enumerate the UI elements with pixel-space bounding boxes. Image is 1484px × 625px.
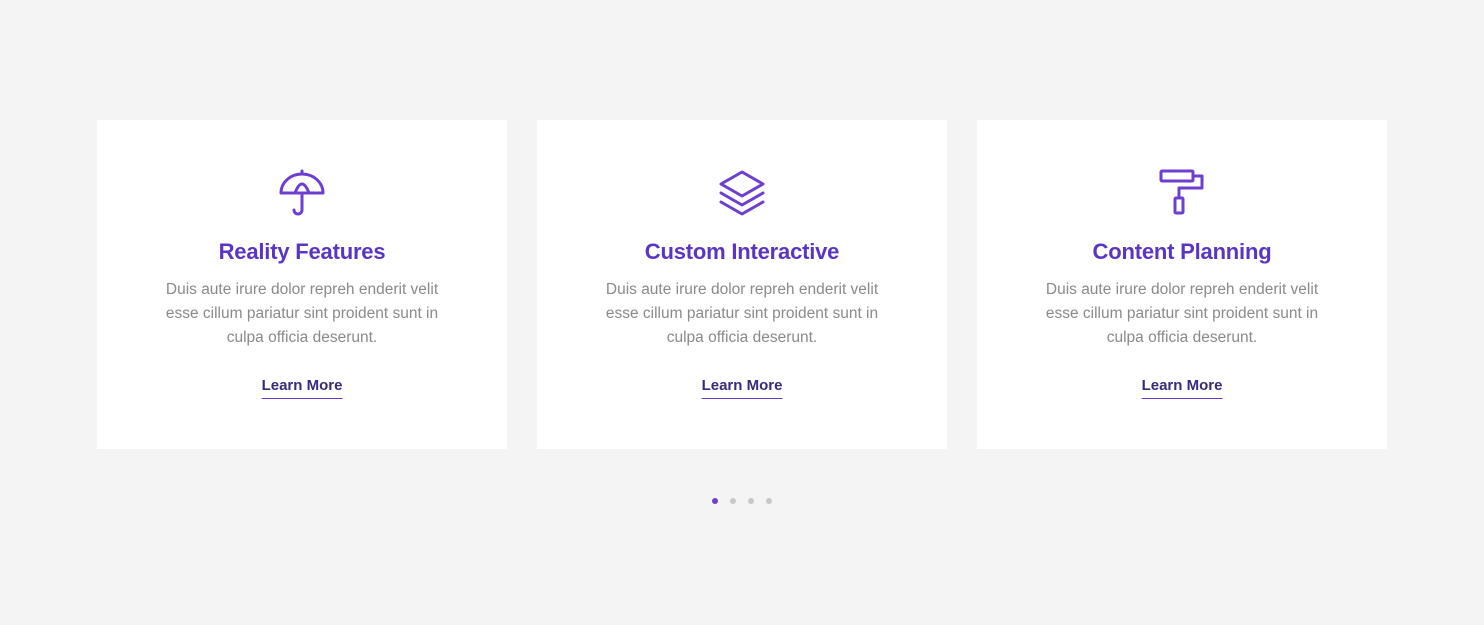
card-description: Duis aute irure dolor repreh enderit vel… bbox=[1045, 281, 1319, 346]
pagination-dot[interactable] bbox=[748, 498, 754, 504]
feature-card-reality-features: Reality Features Duis aute irure dolor r… bbox=[97, 120, 507, 449]
card-description: Duis aute irure dolor repreh enderit vel… bbox=[165, 281, 439, 346]
card-title: Custom Interactive bbox=[644, 239, 840, 264]
card-title: Content Planning bbox=[1092, 239, 1272, 264]
pagination-dot[interactable] bbox=[766, 498, 772, 504]
card-description: Duis aute irure dolor repreh enderit vel… bbox=[605, 281, 879, 346]
umbrella-icon bbox=[277, 168, 327, 218]
learn-more-link[interactable]: Learn More bbox=[261, 376, 343, 399]
learn-more-link[interactable]: Learn More bbox=[1141, 376, 1223, 399]
feature-carousel: Reality Features Duis aute irure dolor r… bbox=[97, 120, 1387, 449]
feature-card-custom-interactive: Custom Interactive Duis aute irure dolor… bbox=[537, 120, 947, 449]
feature-card-content-planning: Content Planning Duis aute irure dolor r… bbox=[977, 120, 1387, 449]
learn-more-link[interactable]: Learn More bbox=[701, 376, 783, 399]
layers-icon bbox=[717, 168, 767, 218]
pagination-dot[interactable] bbox=[712, 498, 718, 504]
paint-roller-icon bbox=[1157, 168, 1207, 218]
carousel-pagination bbox=[0, 498, 1484, 506]
card-title: Reality Features bbox=[218, 239, 386, 264]
pagination-dot[interactable] bbox=[730, 498, 736, 504]
